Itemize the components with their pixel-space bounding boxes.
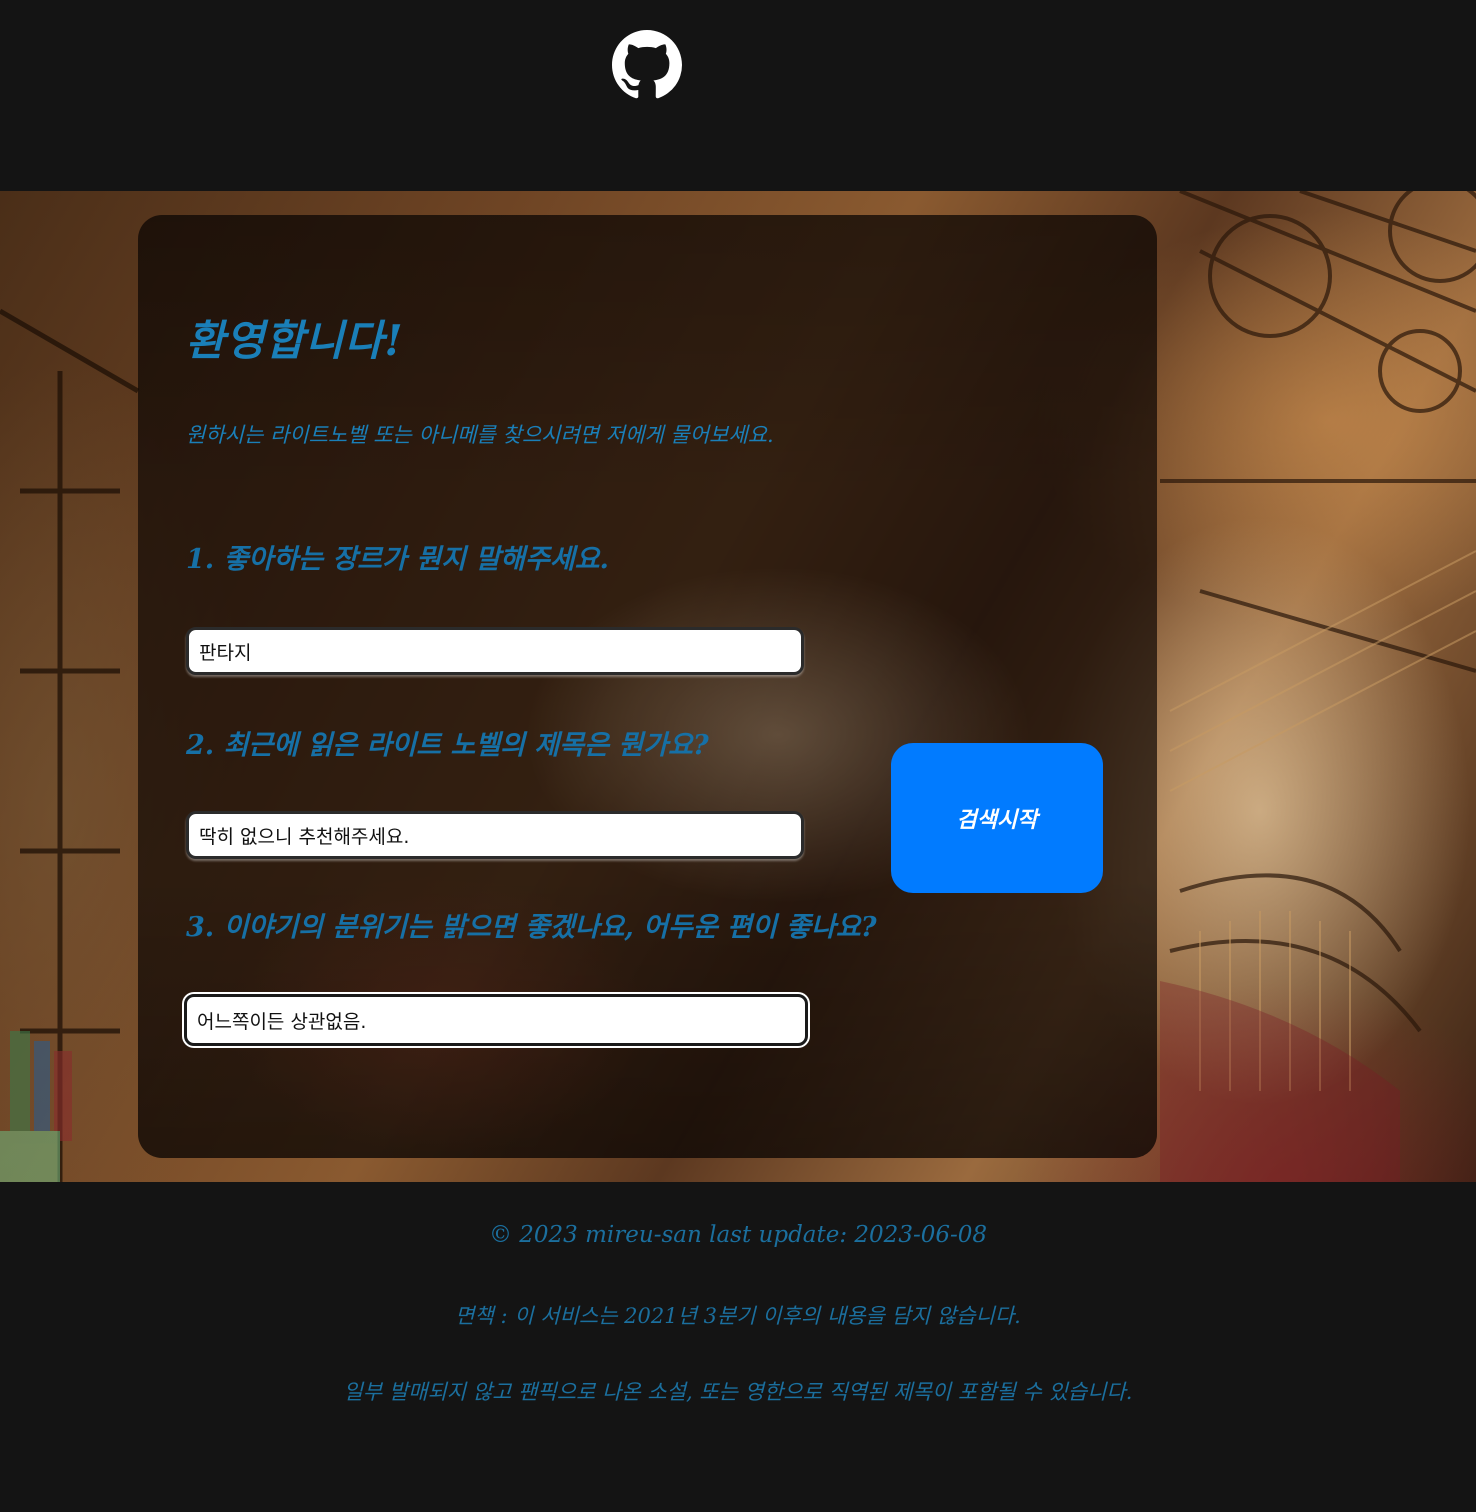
disclaimer-note-text: 일부 발매되지 않고 팬픽으로 나온 소설, 또는 영한으로 직역된 제목이 포… (343, 1380, 1133, 1404)
mood-input[interactable] (184, 994, 808, 1046)
recommendation-card: 환영합니다! 원하시는 라이트노벨 또는 아니메를 찾으시려면 저에게 물어보세… (138, 215, 1157, 1158)
github-icon (612, 30, 682, 99)
hero-section: 환영합니다! 원하시는 라이트노벨 또는 아니메를 찾으시려면 저에게 물어보세… (0, 191, 1476, 1182)
welcome-title: 환영합니다! (186, 316, 404, 365)
question-genre-label: 1. 좋아하는 장르가 뭔지 말해주세요. (186, 544, 609, 575)
question-recent-title-label: 2. 최근에 읽은 라이트 노벨의 제목은 뭔가요? (186, 730, 709, 761)
recent-title-input[interactable] (186, 811, 804, 859)
copyright-text: © 2023 mireu-san last update: 2023-06-08 (488, 1222, 988, 1248)
genre-input[interactable] (186, 627, 804, 675)
search-start-button[interactable]: 검색시작 (891, 743, 1103, 893)
footer: © 2023 mireu-san last update: 2023-06-08… (0, 1182, 1476, 1512)
question-mood-label: 3. 이야기의 분위기는 밝으면 좋겠나요, 어두운 편이 좋나요? (186, 912, 877, 943)
header (0, 0, 1476, 191)
welcome-subtitle: 원하시는 라이트노벨 또는 아니메를 찾으시려면 저에게 물어보세요. (186, 423, 774, 447)
github-link[interactable] (612, 30, 682, 100)
disclaimer-text: 면책 : 이 서비스는 2021년 3분기 이후의 내용을 담지 않습니다. (455, 1304, 1021, 1328)
